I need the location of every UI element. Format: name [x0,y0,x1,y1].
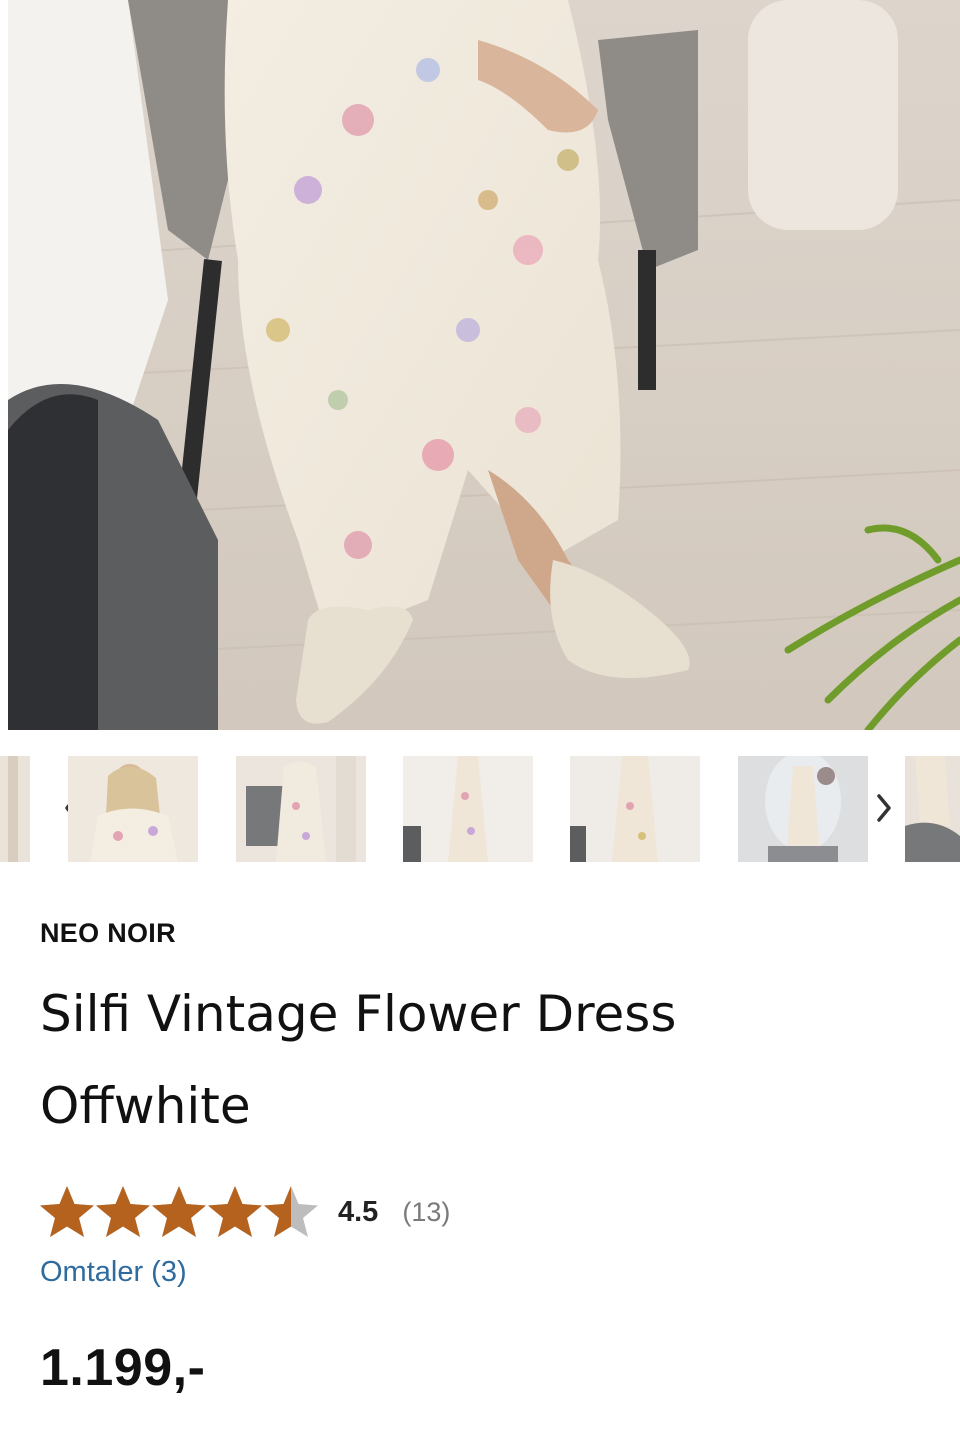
chevron-right-icon [877,794,891,822]
product-photo [8,0,960,730]
thumbnail-image [0,756,30,862]
thumbnail-2[interactable] [236,756,366,862]
thumbnail-image [68,756,198,862]
star-full-icon [40,1186,94,1237]
rating-value: 4.5 [338,1195,379,1228]
thumbnail-1[interactable] [68,756,198,862]
thumbnail-image [236,756,366,862]
product-brand[interactable]: NEO NOIR [40,918,176,949]
carousel-next-button[interactable] [866,790,902,826]
thumbnail-image [570,756,700,862]
thumbnail-carousel [0,756,960,862]
rating-stars [38,1184,318,1240]
product-rating[interactable]: 4.5 (13) [38,1182,450,1242]
thumbnail-partial-right[interactable] [905,756,960,862]
thumbnail-5[interactable] [738,756,868,862]
thumbnail-image [738,756,868,862]
product-main-image[interactable] [8,0,960,730]
thumbnail-image [905,756,960,862]
star-full-icon [96,1186,150,1237]
product-title: Silfi Vintage Flower Dress Offwhite [40,985,677,1135]
thumbnail-3[interactable] [403,756,533,862]
star-full-icon [208,1186,262,1237]
reviews-link[interactable]: Omtaler (3) [40,1256,187,1289]
star-half-icon [264,1186,318,1237]
thumbnail-4[interactable] [570,756,700,862]
thumbnail-image [403,756,533,862]
rating-count: (13) [402,1196,451,1227]
star-full-icon [152,1186,206,1237]
thumbnail-partial-left[interactable] [0,756,30,862]
product-price: 1.199,- [40,1339,206,1397]
